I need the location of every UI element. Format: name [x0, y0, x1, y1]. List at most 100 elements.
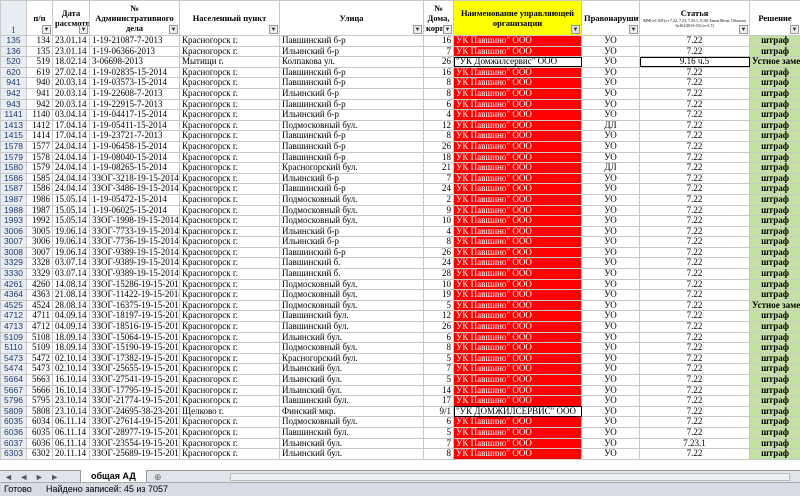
cell-city[interactable]: Красногорск г. [180, 269, 280, 280]
row-number[interactable]: 1988 [1, 205, 27, 216]
cell-case[interactable]: 3ЗОГ-28977-19-15-2014 [90, 427, 180, 438]
cell-city[interactable]: Красногорск г. [180, 279, 280, 290]
cell-article[interactable]: 7.22 [640, 163, 750, 174]
cell-case[interactable]: 3ЗОГ-25689-19-15-2014 [90, 449, 180, 460]
cell-pp[interactable]: 5473 [27, 364, 53, 375]
row-number[interactable]: 3329 [1, 258, 27, 269]
row-number[interactable]: 5110 [1, 343, 27, 354]
cell-house[interactable]: 16 [424, 36, 454, 47]
cell-city[interactable]: Красногорск г. [180, 290, 280, 301]
cell-law[interactable]: УО [582, 78, 640, 89]
cell-decision[interactable]: штраф [750, 141, 800, 152]
row-number[interactable]: 1987 [1, 194, 27, 205]
cell-article[interactable]: 7.22 [640, 332, 750, 343]
row-number[interactable]: 1578 [1, 141, 27, 152]
cell-article[interactable]: 9.16 ч.5 [640, 57, 750, 68]
cell-decision[interactable]: штраф [750, 375, 800, 386]
row-number[interactable]: 5664 [1, 375, 27, 386]
cell-date[interactable]: 23.01.14 [53, 36, 90, 47]
cell-case[interactable]: 1-19-06458-15-2014 [90, 141, 180, 152]
cell-pp[interactable]: 6034 [27, 417, 53, 428]
col-header-org[interactable]: Наименование управляющей организации▼ [454, 1, 582, 36]
cell-case[interactable]: 3ЗОГ-17382-19-15-2014 [90, 353, 180, 364]
cell-street[interactable]: Павшинский бул. [280, 322, 424, 333]
cell-law[interactable]: УО [582, 353, 640, 364]
cell-pp[interactable]: 1578 [27, 152, 53, 163]
cell-decision[interactable]: штраф [750, 173, 800, 184]
cell-law[interactable]: УО [582, 427, 640, 438]
cell-decision[interactable]: штраф [750, 353, 800, 364]
cell-house[interactable]: 7 [424, 173, 454, 184]
cell-law[interactable]: УО [582, 343, 640, 354]
cell-article[interactable]: 7.22 [640, 131, 750, 142]
cell-decision[interactable]: штраф [750, 364, 800, 375]
cell-law[interactable]: УО [582, 194, 640, 205]
cell-law[interactable]: УО [582, 300, 640, 311]
cell-org[interactable]: УК Павшино" ООО [454, 216, 582, 227]
cell-org[interactable]: УК Павшино" ООО [454, 120, 582, 131]
cell-pp[interactable]: 6036 [27, 438, 53, 449]
cell-decision[interactable]: штраф [750, 36, 800, 47]
cell-law[interactable]: УО [582, 88, 640, 99]
cell-decision[interactable]: штраф [750, 120, 800, 131]
cell-city[interactable]: Красногорск г. [180, 78, 280, 89]
cell-street[interactable]: Павшинский б-р [280, 131, 424, 142]
row-number[interactable]: 520 [1, 57, 27, 68]
cell-decision[interactable]: штраф [750, 99, 800, 110]
cell-case[interactable]: 3ЗОГ-1998-19-15-2014 [90, 216, 180, 227]
cell-law[interactable]: УО [582, 258, 640, 269]
cell-city[interactable]: Красногорск г. [180, 396, 280, 407]
cell-city[interactable]: Красногорск г. [180, 237, 280, 248]
cell-decision[interactable]: штраф [750, 290, 800, 301]
cell-street[interactable]: Ильинский бул. [280, 364, 424, 375]
cell-article[interactable]: 7.22 [640, 427, 750, 438]
cell-case[interactable]: 1-19-05472-15-2014 [90, 194, 180, 205]
cell-house[interactable]: 4 [424, 226, 454, 237]
cell-case[interactable]: 3ЗОГ-9389-19-15-2014 [90, 269, 180, 280]
cell-decision[interactable]: штраф [750, 417, 800, 428]
cell-pp[interactable]: 1412 [27, 120, 53, 131]
cell-street[interactable]: Подмосковный бул. [280, 194, 424, 205]
cell-case[interactable]: 1-19-21087-7-2013 [90, 36, 180, 47]
cell-pp[interactable]: 135 [27, 46, 53, 57]
cell-street[interactable]: Подмосковный бул. [280, 300, 424, 311]
cell-org[interactable]: УК Павшино" ООО [454, 427, 582, 438]
cell-city[interactable]: Красногорск г. [180, 438, 280, 449]
cell-case[interactable]: 3ЗОГ-3486-19-15-2014 [90, 184, 180, 195]
cell-date[interactable]: 19.06.14 [53, 226, 90, 237]
cell-law[interactable]: УО [582, 417, 640, 428]
cell-pp[interactable]: 5666 [27, 385, 53, 396]
row-number[interactable]: 1580 [1, 163, 27, 174]
filter-dropdown-icon[interactable]: ▼ [629, 25, 638, 34]
cell-article[interactable]: 7.23.1 [640, 438, 750, 449]
row-number[interactable]: 5109 [1, 332, 27, 343]
cell-article[interactable]: 7.22 [640, 152, 750, 163]
cell-article[interactable]: 7.22 [640, 322, 750, 333]
cell-org[interactable]: УК Павшино" ООО [454, 67, 582, 78]
cell-article[interactable]: 7.22 [640, 46, 750, 57]
cell-pp[interactable]: 4712 [27, 322, 53, 333]
cell-article[interactable]: 7.22 [640, 406, 750, 417]
col-header-house[interactable]: № Дома, корпус▼ [424, 1, 454, 36]
cell-house[interactable]: 8 [424, 343, 454, 354]
cell-article[interactable]: 7.22 [640, 36, 750, 47]
cell-house[interactable]: 14 [424, 385, 454, 396]
cell-date[interactable]: 17.04.14 [53, 120, 90, 131]
cell-case[interactable]: 1-19-22915-7-2013 [90, 99, 180, 110]
filter-dropdown-icon[interactable]: ▼ [42, 25, 51, 34]
cell-case[interactable]: 3ЗОГ-15286-19-15-2014 [90, 279, 180, 290]
cell-org[interactable]: УК Павшино" ООО [454, 332, 582, 343]
cell-city[interactable]: Красногорск г. [180, 427, 280, 438]
cell-case[interactable]: 3ЗОГ-15064-19-15-2014 [90, 332, 180, 343]
row-number[interactable]: 5796 [1, 396, 27, 407]
cell-pp[interactable]: 1992 [27, 216, 53, 227]
cell-city[interactable]: Красногорск г. [180, 247, 280, 258]
row-number[interactable]: 3330 [1, 269, 27, 280]
row-number[interactable]: 4525 [1, 300, 27, 311]
cell-law[interactable]: УО [582, 141, 640, 152]
cell-org[interactable]: "УК ДОМЖИЛСЕРВИС" ООО [454, 406, 582, 417]
cell-house[interactable]: 2 [424, 194, 454, 205]
cell-city[interactable]: Красногорск г. [180, 36, 280, 47]
cell-law[interactable]: УО [582, 152, 640, 163]
cell-case[interactable]: 3ЗОГ-7736-19-15-2014 [90, 237, 180, 248]
